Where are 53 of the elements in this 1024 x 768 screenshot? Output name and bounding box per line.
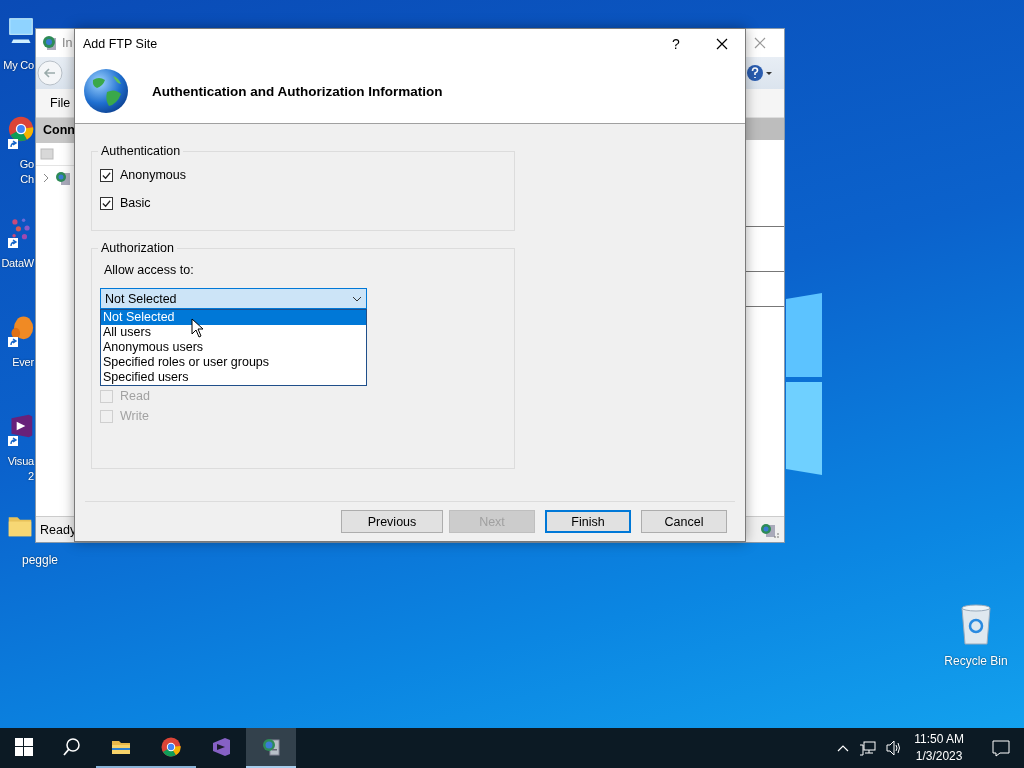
server-icon[interactable] [55,170,71,186]
taskbar-button[interactable] [246,728,296,768]
window-title: Add FTP Site [83,37,158,51]
volume-icon[interactable] [886,740,903,756]
globe-icon [83,68,129,114]
checkbox-label: Anonymous [120,168,186,182]
caret-icon [352,295,362,302]
window-title: In [62,36,73,50]
desktop-icon-label[interactable]: Go [19,157,34,172]
dropdown-option[interactable]: Specified users [101,370,366,385]
checkbox-label: Read [120,389,150,403]
dropdown-option[interactable]: Specified roles or user groups [101,355,366,370]
dropdown-option[interactable]: All users [101,325,366,340]
server-icon [42,35,58,51]
dropdown[interactable]: Not Selected [100,288,367,309]
status-text: Ready [40,522,77,537]
dialog-button[interactable]: Cancel [641,510,727,533]
desktop-icon-label[interactable]: DataW [1,256,34,271]
dialog-button[interactable]: Finish [545,510,631,533]
menu-item[interactable]: File [50,96,71,110]
pointer-icon [191,318,204,338]
help-icon[interactable] [746,64,774,82]
recycle-bin-icon[interactable] [958,602,994,646]
desktop-icon-label[interactable]: 2 [28,469,34,484]
desktop-icon-label[interactable]: Ever [12,355,34,370]
notification-icon[interactable] [992,739,1010,757]
dialog-heading: Authentication and Authorization Information [152,83,443,99]
checkbox-label: Write [120,409,149,423]
browser-icon[interactable] [161,737,181,757]
checkbox-label: Basic [120,196,151,210]
search-icon[interactable] [62,737,82,757]
group-label: Authorization [100,241,175,255]
chevron-icon[interactable] [42,173,50,183]
checkbox[interactable] [100,196,113,210]
network-icon[interactable] [859,740,877,756]
dropdown-option[interactable]: Not Selected [101,310,366,325]
dropdown-option[interactable]: Anonymous users [101,340,366,355]
clock[interactable]: 11:50 AM 1/3/2023 [914,731,964,765]
group-label: Authentication [100,144,182,158]
server-icon [760,521,780,538]
close-icon[interactable] [716,38,728,50]
start-icon[interactable] [14,737,34,757]
desktop-icon-label[interactable]: Visua [7,454,34,469]
chevron-up-icon[interactable] [837,744,850,752]
field-label: Allow access to: [104,263,195,279]
dialog-button[interactable]: Previous [341,510,443,533]
server-icon[interactable] [261,737,281,757]
desktop-icon-label[interactable]: My Co [3,58,34,73]
help-button[interactable]: ? [653,29,699,59]
desktop-icon-label[interactable]: peggle [21,553,58,568]
desktop-icon-label[interactable]: Ch [20,172,34,187]
checkbox[interactable] [100,168,113,182]
pane-header [744,118,784,140]
